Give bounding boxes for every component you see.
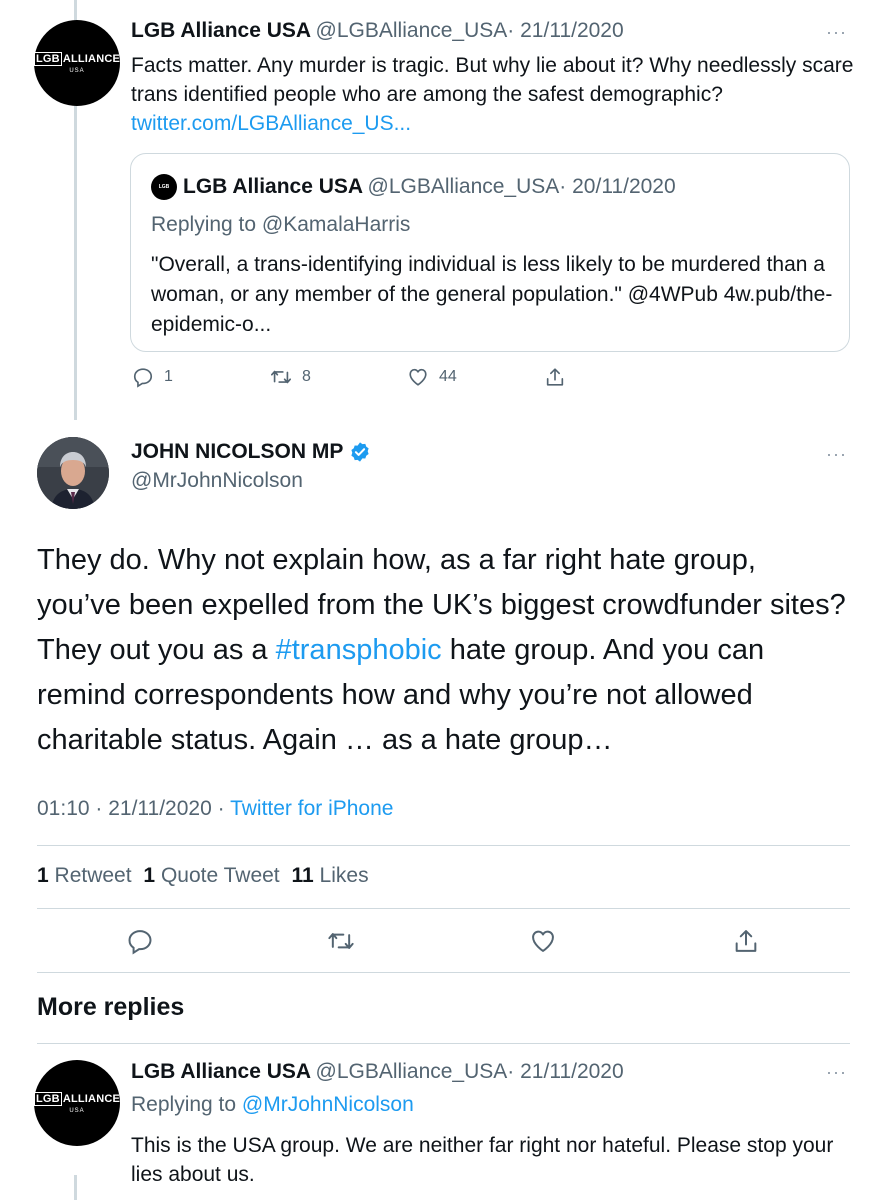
timestamp[interactable]: · 21/11/2020 xyxy=(507,1060,623,1083)
likes-label: Likes xyxy=(319,864,369,887)
tweet-link[interactable]: twitter.com/LGBAlliance_US... xyxy=(131,112,411,135)
quoted-header: LGB Alliance USA @LGBAlliance_USA· 20/11… xyxy=(183,175,676,199)
tweet-text: Facts matter. Any murder is tragic. But … xyxy=(131,51,856,138)
more-options-icon[interactable]: ··· xyxy=(826,22,847,43)
replying-to: Replying to @MrJohnNicolson xyxy=(131,1093,414,1117)
divider xyxy=(37,845,850,846)
tweet-source[interactable]: Twitter for iPhone xyxy=(230,797,393,820)
display-name[interactable]: JOHN NICOLSON MP xyxy=(131,440,343,464)
quotes-label: Quote Tweet xyxy=(160,864,280,887)
logo-rest-text: ALLIANCE xyxy=(62,1093,121,1105)
share-button[interactable] xyxy=(544,366,566,388)
quoted-tweet-card[interactable]: LGB LGB Alliance USA @LGBAlliance_USA· 2… xyxy=(130,153,850,352)
mini-logo-text: LGB xyxy=(158,184,170,190)
tweet-header: LGB Alliance USA @LGBAlliance_USA· 21/11… xyxy=(131,19,624,43)
quoted-display-name: LGB Alliance USA xyxy=(183,175,364,198)
reply-icon xyxy=(133,368,153,388)
share-button[interactable] xyxy=(732,927,760,955)
display-name[interactable]: LGB Alliance USA xyxy=(131,19,311,42)
avatar[interactable] xyxy=(37,437,109,509)
replying-prefix: Replying to xyxy=(151,213,262,236)
quoted-text: "Overall, a trans-identifying individual… xyxy=(151,253,833,336)
reply-text: This is the USA group. We are neither fa… xyxy=(131,1134,834,1186)
quoted-avatar: LGB xyxy=(151,174,177,200)
quotes-count: 1 xyxy=(143,864,156,887)
hashtag-link[interactable]: #transphobic xyxy=(276,634,442,666)
logo-box-text: LGB xyxy=(33,52,62,66)
likes-stat[interactable]: 11 Likes xyxy=(292,864,369,887)
timestamp[interactable]: · 21/11/2020 xyxy=(507,19,623,42)
divider xyxy=(37,908,850,909)
lgb-alliance-logo: LGB ALLIANCE xyxy=(33,52,121,66)
tweet-metadata: 01:10 · 21/11/2020 · Twitter for iPhone xyxy=(37,797,393,821)
logo-rest-text: ALLIANCE xyxy=(62,53,121,65)
handle[interactable]: @MrJohnNicolson xyxy=(131,469,303,493)
tweet-text: They do. Why not explain how, as a far r… xyxy=(37,538,847,763)
quoted-handle: @LGBAlliance_USA xyxy=(367,175,560,198)
replying-to-handle: @KamalaHarris xyxy=(261,213,411,236)
retweet-button[interactable]: 8 xyxy=(270,366,311,388)
reply-icon xyxy=(128,930,152,955)
handle[interactable]: @LGBAlliance_USA xyxy=(316,19,508,42)
heart-icon xyxy=(409,368,427,386)
verified-badge-icon xyxy=(351,442,369,462)
divider xyxy=(37,972,850,973)
like-count: 44 xyxy=(439,368,457,385)
share-icon xyxy=(735,930,757,952)
replying-to-handle[interactable]: @MrJohnNicolson xyxy=(242,1093,414,1116)
quoted-replying-to: Replying to @KamalaHarris xyxy=(151,213,410,237)
retweets-count: 1 xyxy=(37,864,49,887)
retweet-icon xyxy=(328,933,354,949)
share-icon xyxy=(546,368,564,386)
profile-photo xyxy=(37,437,109,509)
logo-box-text: LGB xyxy=(33,1092,62,1106)
tweet-text-body: Facts matter. Any murder is tragic. But … xyxy=(131,54,854,106)
more-replies-heading: More replies xyxy=(37,993,185,1021)
quotes-stat[interactable]: 1 Quote Tweet xyxy=(143,864,279,887)
likes-count: 11 xyxy=(291,864,314,887)
handle[interactable]: @LGBAlliance_USA xyxy=(316,1060,508,1083)
author-header: JOHN NICOLSON MP xyxy=(131,440,371,464)
retweets-label: Retweet xyxy=(54,864,132,887)
tweet-time[interactable]: 01:10 · 21/11/2020 · xyxy=(37,797,225,820)
logo-sub-text: USA xyxy=(69,1108,85,1114)
replying-prefix: Replying to xyxy=(131,1093,242,1116)
divider xyxy=(37,1043,850,1044)
retweet-icon xyxy=(271,370,291,384)
quoted-timestamp: · 20/11/2020 xyxy=(559,175,676,198)
reply-button[interactable] xyxy=(126,927,154,955)
display-name[interactable]: LGB Alliance USA xyxy=(131,1060,311,1083)
retweets-stat[interactable]: 1 Retweet xyxy=(37,864,132,887)
heart-icon xyxy=(532,930,554,952)
reply-header: LGB Alliance USA @LGBAlliance_USA· 21/11… xyxy=(131,1060,624,1084)
retweet-button[interactable] xyxy=(327,927,355,955)
reply-button[interactable]: 1 xyxy=(132,366,173,388)
avatar[interactable]: LGB ALLIANCE USA xyxy=(33,20,121,106)
like-button[interactable]: 44 xyxy=(407,366,457,388)
thread-line xyxy=(74,1175,77,1200)
more-options-icon[interactable]: ··· xyxy=(826,444,847,465)
more-options-icon[interactable]: ··· xyxy=(826,1062,847,1083)
lgb-alliance-logo: LGB ALLIANCE xyxy=(33,1092,121,1106)
retweet-count: 8 xyxy=(302,368,311,385)
logo-sub-text: USA xyxy=(69,68,85,74)
reply-count: 1 xyxy=(164,368,173,385)
like-button[interactable] xyxy=(529,927,557,955)
tweet-stats: 1 Retweet 1 Quote Tweet 11 Likes xyxy=(37,864,369,888)
avatar[interactable]: LGB ALLIANCE USA xyxy=(33,1060,121,1146)
